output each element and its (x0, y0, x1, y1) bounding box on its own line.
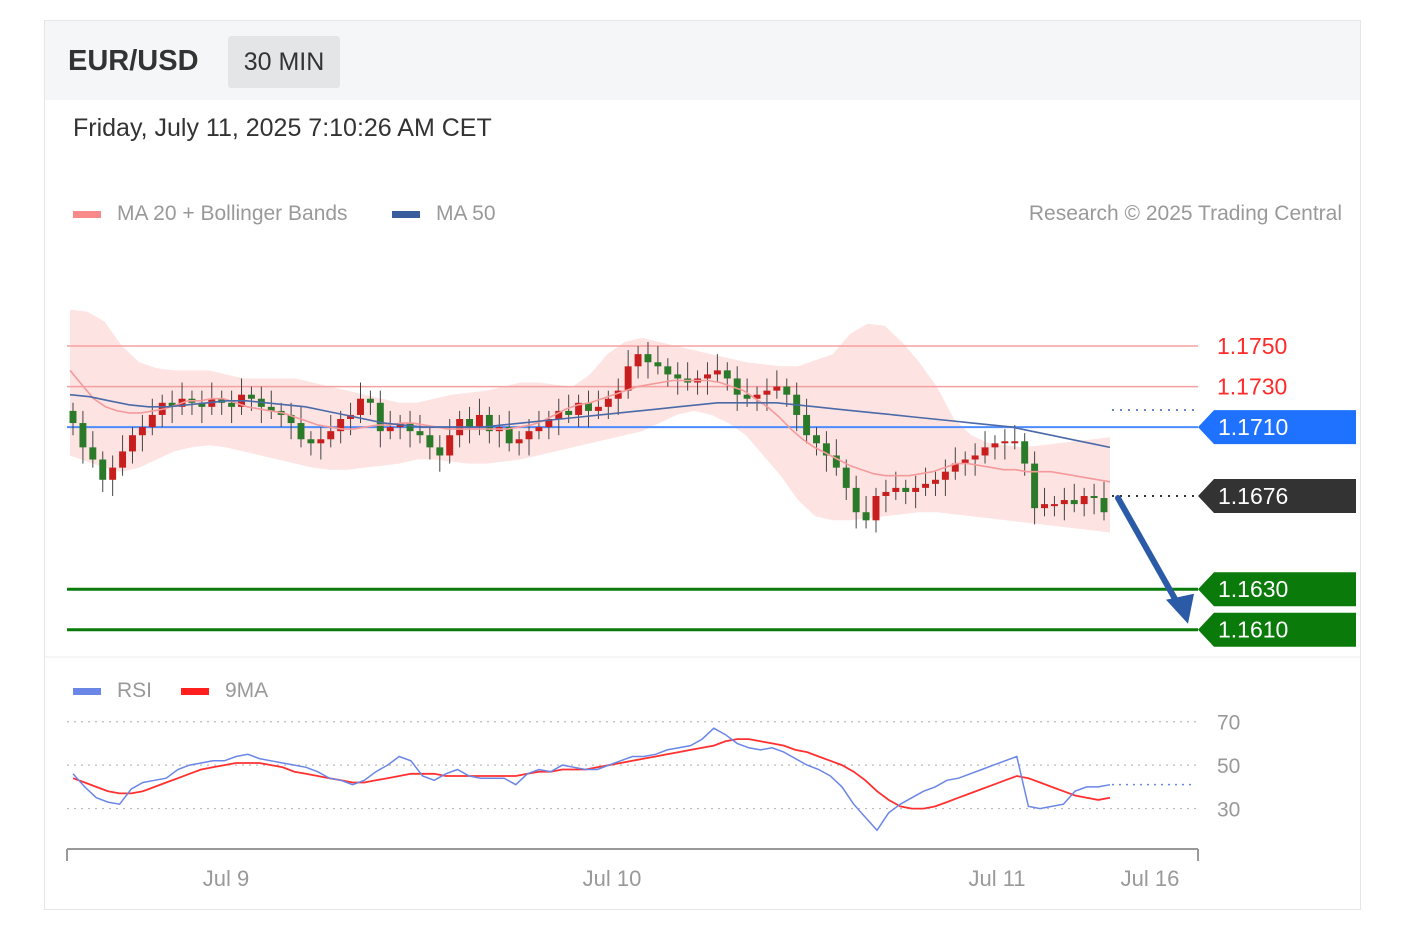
candle-body (327, 431, 335, 440)
candle-body (129, 435, 136, 452)
candle-body (703, 374, 711, 379)
candle-body (882, 491, 890, 496)
candle-body (247, 394, 255, 399)
candle-body (1001, 441, 1009, 444)
candle-body (912, 487, 920, 492)
candle-body (109, 467, 117, 480)
candle-body (971, 455, 979, 460)
candle-body (1100, 498, 1108, 513)
candle-body (1090, 496, 1098, 499)
candle-body (852, 487, 860, 513)
candle-body (386, 427, 394, 432)
support-2-label: 1.1610 (1218, 617, 1288, 643)
candle-body (475, 414, 483, 428)
candle-body (376, 402, 384, 432)
candle-body (941, 471, 949, 480)
rsi-9ma-line (72, 738, 1111, 810)
candle-body (813, 435, 820, 444)
candle-body (604, 398, 612, 407)
candle-body (644, 354, 652, 363)
rsi-line (72, 727, 1111, 832)
rsi-tick-70: 70 (1217, 712, 1240, 735)
candle-body (535, 427, 543, 432)
candle-body (892, 487, 900, 492)
candle-body (1011, 441, 1019, 444)
candle-body (932, 479, 939, 484)
candle-body (713, 370, 721, 375)
resistance-label-1: 1.1750 (1217, 333, 1287, 359)
candle-body (525, 431, 533, 440)
candle-body (624, 366, 632, 391)
candle-body (1060, 500, 1068, 505)
candle-body (723, 370, 731, 379)
candle-body (99, 459, 107, 480)
candle-body (148, 414, 156, 428)
candle-body (297, 423, 305, 440)
support-1-label: 1.1630 (1218, 576, 1288, 602)
candle-body (664, 366, 672, 375)
candle-body (922, 483, 930, 488)
candle-body (803, 414, 811, 436)
candle-body (565, 410, 573, 415)
candle-body (1070, 500, 1078, 505)
price-chart: 1.1750 1.1730 1.1710 1.1676 1.1630 1.1610 70 50… (45, 309, 1360, 891)
candle-body (1050, 504, 1058, 507)
candle-body (79, 423, 87, 448)
candle-body (366, 398, 374, 403)
pivot-label: 1.1710 (1218, 414, 1288, 440)
candle-body (733, 378, 741, 395)
candle-body (466, 419, 474, 428)
candle-body (317, 439, 325, 444)
x-tick-label: Jul 9 (203, 866, 249, 891)
rsi-tick-30: 30 (1217, 799, 1240, 822)
candle-body (842, 467, 850, 488)
candle-body (773, 386, 781, 391)
candle-body (1080, 496, 1088, 505)
candle-body (357, 398, 364, 415)
resistance-label-2: 1.1730 (1217, 374, 1287, 400)
forecast-arrow-shaft (1115, 495, 1183, 611)
candle-body (228, 402, 236, 407)
candle-body (862, 512, 870, 521)
x-tick-label: Jul 10 (583, 866, 642, 891)
forecast-arrow-head (1166, 593, 1194, 624)
candle-body (307, 439, 315, 444)
x-tick-label: Jul 16 (1121, 866, 1180, 891)
candle-body (1031, 463, 1039, 509)
rsi-tick-50: 50 (1217, 755, 1240, 778)
candle-body (594, 406, 602, 411)
candle-body (426, 435, 434, 448)
candle-body (138, 427, 146, 436)
candle-body (872, 496, 880, 521)
candle-body (991, 443, 999, 448)
candle-body (783, 386, 791, 395)
candle-body (674, 374, 682, 379)
candle-body (416, 431, 424, 436)
candle-body (515, 439, 523, 444)
candle-body (981, 447, 989, 456)
candle-body (1041, 504, 1048, 509)
candle-body (119, 451, 127, 468)
x-tick-label: Jul 11 (968, 866, 1025, 891)
candle-body (446, 435, 454, 456)
candle-body (69, 410, 77, 424)
candle-body (436, 447, 444, 456)
last-price-label: 1.1676 (1218, 483, 1288, 509)
candle-body (902, 487, 910, 492)
candle-body (763, 390, 771, 395)
candle-body (89, 447, 97, 460)
candle-body (406, 423, 414, 432)
candle-body (1021, 441, 1029, 464)
candle-body (654, 362, 662, 367)
candle-body (634, 354, 642, 367)
